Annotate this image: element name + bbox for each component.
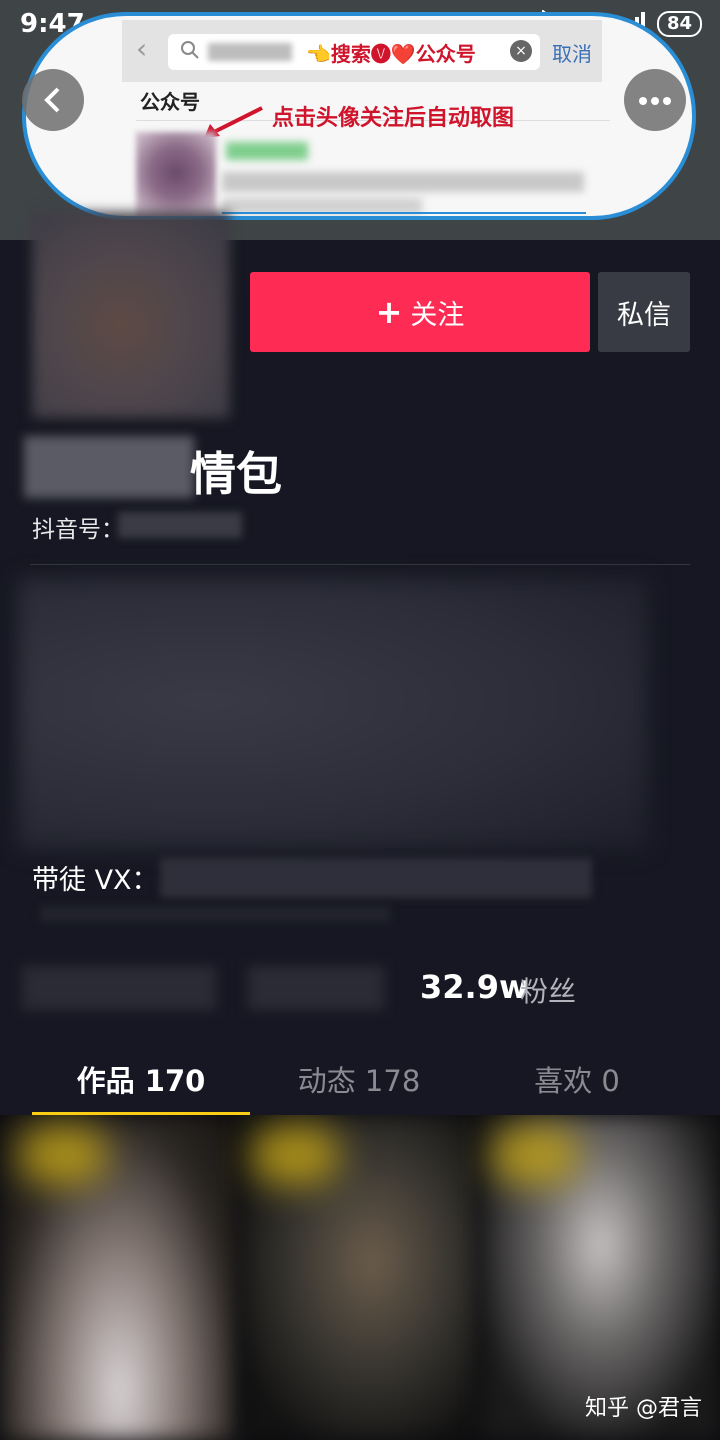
tab-likes[interactable]: 喜欢 0 <box>468 1058 686 1100</box>
blurred-following-stat[interactable] <box>248 966 384 1010</box>
clear-icon: × <box>510 40 532 62</box>
overlay-underline <box>222 212 586 214</box>
blurred-likes-stat[interactable] <box>22 966 216 1010</box>
message-button[interactable]: 私信 <box>598 272 690 352</box>
overlay-search-bar: ‹ 👈搜索🅥❤️公众号 × 取消 <box>122 20 602 82</box>
thumbnail-highlight <box>490 1125 580 1185</box>
overlay-annotation: 点击头像关注后自动取图 <box>272 106 515 131</box>
back-button[interactable] <box>22 69 84 131</box>
tab-dynamics[interactable]: 动态 178 <box>250 1058 468 1100</box>
overlay-section-title: 公众号 <box>140 90 200 114</box>
blurred-username <box>24 436 194 498</box>
thumbnail-highlight <box>250 1125 340 1185</box>
username-suffix: 情包 <box>190 447 282 501</box>
overlay-back-icon: ‹ <box>136 32 148 65</box>
message-label: 私信 <box>617 299 671 331</box>
profile-divider <box>30 564 690 565</box>
douyin-id-label: 抖音号： <box>32 517 124 543</box>
plus-icon: + <box>375 293 403 331</box>
search-result-overlay: ‹ 👈搜索🅥❤️公众号 × 取消 公众号 点击头像关注后自动取图 <box>22 12 696 220</box>
fans-count[interactable]: 32.9w <box>420 968 529 1006</box>
blurred-douyin-id <box>118 512 242 538</box>
blurred-bio <box>18 578 648 850</box>
overlay-account-avatar <box>136 132 216 216</box>
follow-button[interactable]: + 关注 <box>250 272 590 352</box>
search-icon <box>180 40 200 65</box>
follow-label: 关注 <box>410 299 465 331</box>
watermark: 知乎 @君言 <box>585 1396 702 1421</box>
fans-label[interactable]: 粉丝 <box>520 970 576 1010</box>
overlay-query-text: 👈搜索🅥❤️公众号 <box>306 42 476 66</box>
overlay-search-box: 👈搜索🅥❤️公众号 × <box>168 34 540 70</box>
more-options-button[interactable] <box>624 69 686 131</box>
battery-indicator: 84 <box>656 10 702 37</box>
blurred-vx-id <box>160 858 592 898</box>
blurred-account-name <box>226 142 308 160</box>
thumbnail-highlight <box>18 1125 108 1185</box>
back-arrow-icon <box>44 87 60 113</box>
blurred-account-desc <box>222 172 584 192</box>
tab-works[interactable]: 作品 170 <box>32 1058 250 1100</box>
profile-avatar[interactable] <box>32 212 230 418</box>
vx-label: 带徒 VX： <box>32 865 159 896</box>
more-icon <box>639 97 671 105</box>
blurred-search-text <box>208 43 292 61</box>
overlay-cancel: 取消 <box>552 42 592 66</box>
blurred-bio-line <box>40 906 390 922</box>
